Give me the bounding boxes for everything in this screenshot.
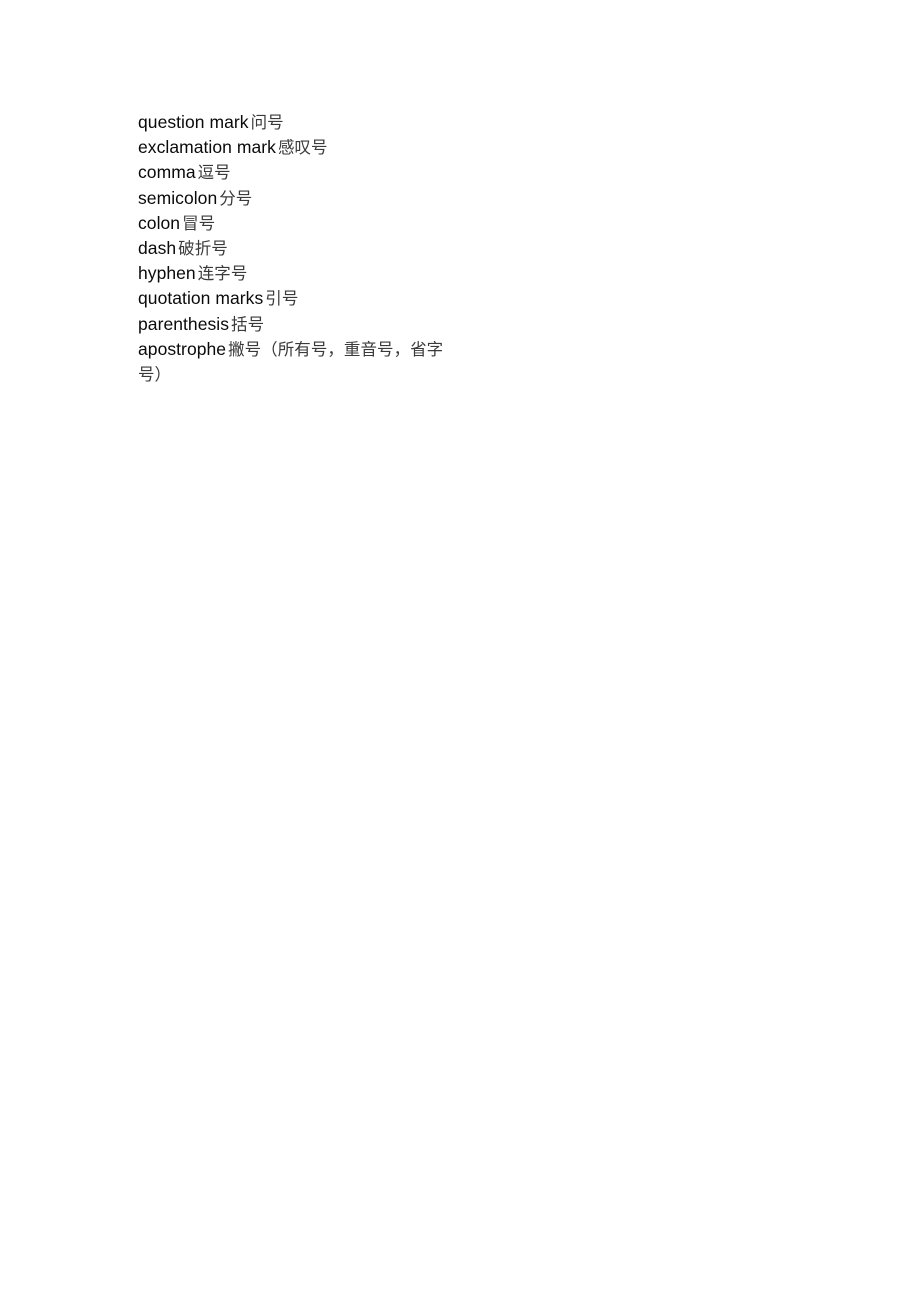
glossary-term-english: quotation marks [138, 288, 264, 309]
glossary-entry: exclamation mark 感叹号 [138, 135, 458, 160]
glossary-term-chinese: 问号 [250, 113, 284, 132]
glossary-term-english: apostrophe [138, 338, 227, 359]
glossary-term-english: exclamation mark [138, 137, 276, 158]
glossary-term-english: semicolon [138, 187, 218, 208]
glossary-entry: apostrophe 撇号（所有号，重音号，省字号） [138, 337, 458, 387]
glossary-term-chinese: 分号 [219, 188, 253, 208]
glossary-term-english: comma [138, 162, 196, 183]
glossary-term-chinese: 连字号 [197, 264, 248, 284]
glossary-entry: parenthesis 括号 [138, 312, 458, 337]
glossary-entry: question mark 问号 [138, 110, 458, 135]
glossary-entry: hyphen 连字号 [138, 261, 458, 286]
glossary-entry: comma 逗号 [138, 160, 458, 185]
glossary-term-chinese: 感叹号 [277, 138, 328, 158]
glossary-term-chinese: 逗号 [197, 163, 231, 183]
glossary-term-english: dash [138, 238, 177, 259]
document-page: question mark 问号 exclamation mark 感叹号 comm… [0, 0, 920, 1302]
glossary-term-english: hyphen [138, 263, 196, 284]
glossary-term-english: parenthesis [138, 313, 230, 334]
glossary-term-chinese: 括号 [231, 314, 265, 334]
glossary-term-chinese: 引号 [265, 289, 299, 309]
glossary-entry: dash 破折号 [138, 236, 458, 261]
punctuation-glossary-list: question mark 问号 exclamation mark 感叹号 comm… [138, 110, 458, 387]
glossary-term-chinese: 破折号 [178, 239, 228, 259]
glossary-term-english: question mark [138, 112, 249, 132]
glossary-term-chinese: 冒号 [182, 213, 216, 233]
glossary-entry: semicolon 分号 [138, 186, 458, 211]
glossary-term-english: colon [138, 212, 181, 233]
glossary-entry: colon 冒号 [138, 211, 458, 236]
glossary-entry: quotation marks 引号 [138, 286, 458, 311]
